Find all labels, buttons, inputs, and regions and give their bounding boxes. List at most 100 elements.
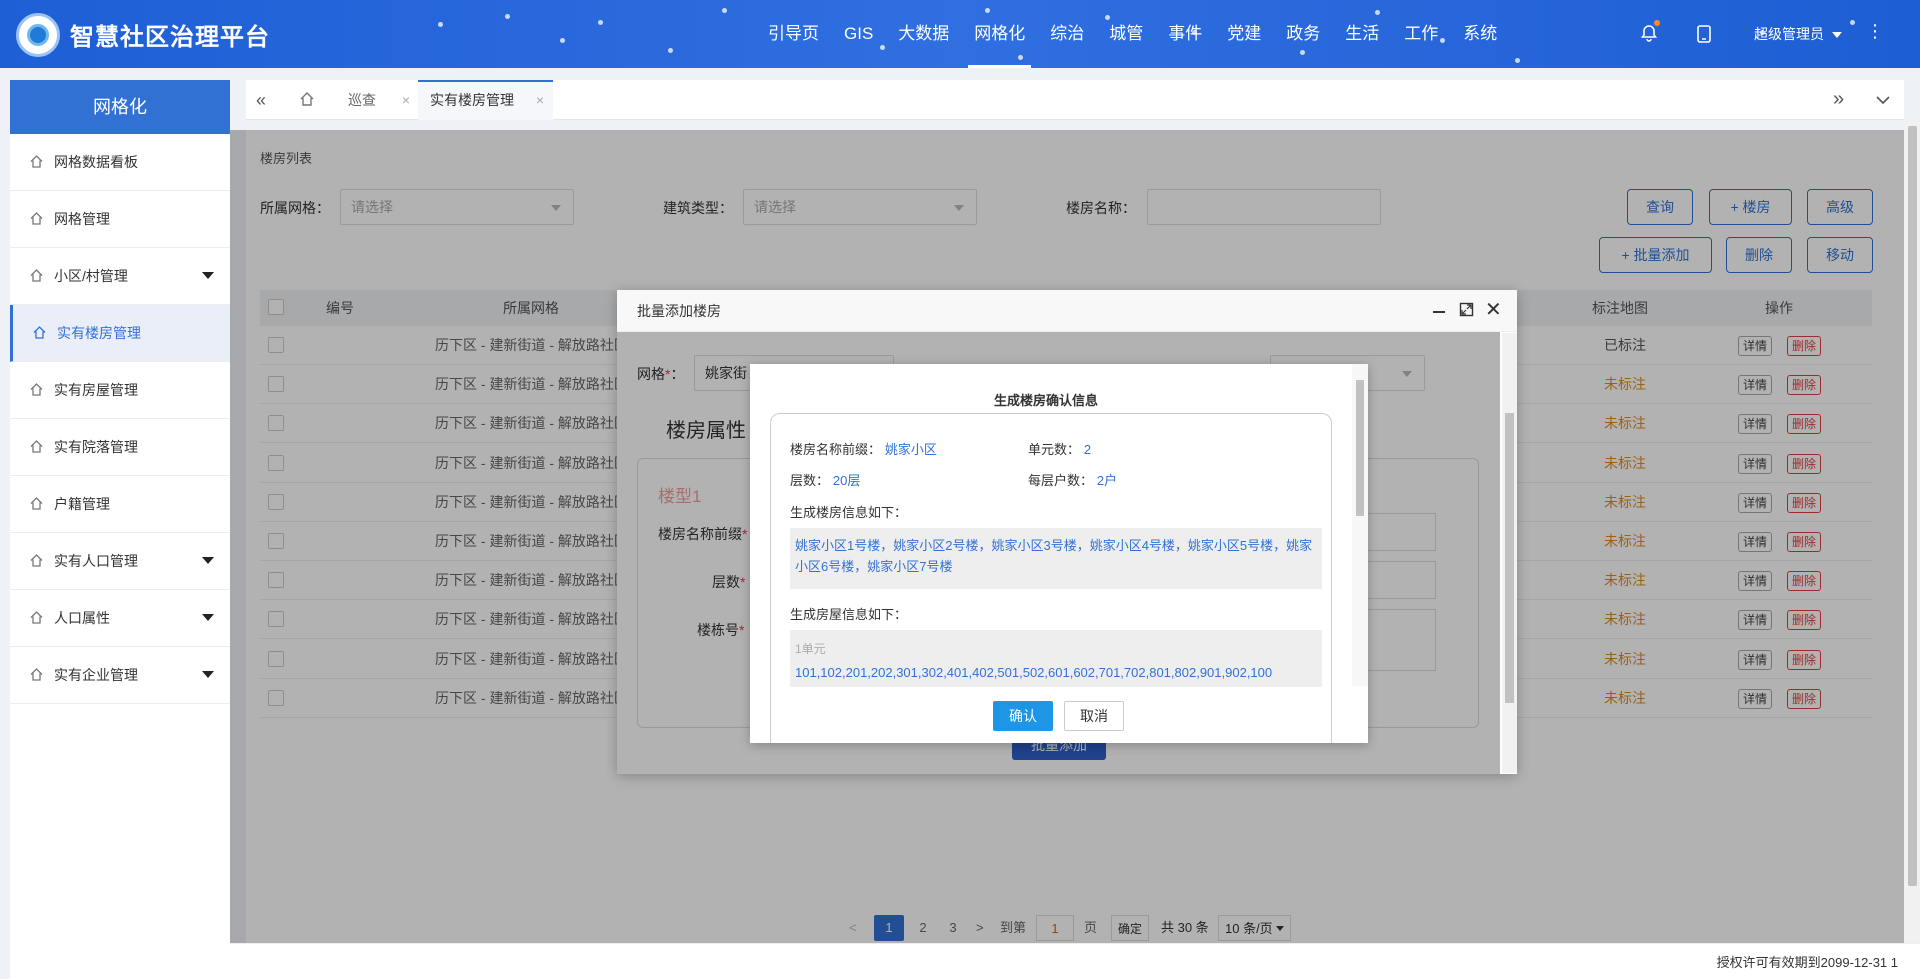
- scroll-right-icon[interactable]: »: [1833, 89, 1844, 109]
- per-floor-value: 2户: [1096, 473, 1118, 488]
- cancel-button[interactable]: 取消: [1064, 701, 1124, 731]
- floors-row: 层数： 20层: [790, 470, 860, 489]
- sidebar-item-label: 实有人口管理: [54, 553, 138, 569]
- home-icon: [30, 383, 44, 397]
- dialog-scrollbar[interactable]: [1502, 333, 1517, 773]
- chevron-down-icon: [1831, 32, 1842, 39]
- prefix-label: 楼房名称前缀：: [790, 442, 882, 457]
- sidebar-item-label: 网格管理: [54, 211, 110, 227]
- buildings-info-label: 生成楼房信息如下：: [790, 505, 908, 520]
- more-icon[interactable]: ⋮: [1866, 22, 1884, 40]
- home-icon: [30, 212, 44, 226]
- tab-label: 实有楼房管理: [430, 92, 514, 108]
- tabs-dropdown-icon[interactable]: [1876, 92, 1890, 108]
- nav-item-2[interactable]: 大数据: [898, 0, 949, 68]
- tab-label: 巡查: [348, 92, 376, 108]
- sidebar-item-label: 网格数据看板: [54, 154, 138, 170]
- rooms-unit-label: 1单元: [795, 642, 826, 656]
- nav-item-8[interactable]: 政务: [1286, 0, 1320, 68]
- sidebar-item-label: 实有院落管理: [54, 439, 138, 455]
- per-floor-row: 每层户数： 2户: [1028, 470, 1117, 489]
- confirm-scrollbar-thumb[interactable]: [1356, 380, 1364, 516]
- sidebar-item-label: 实有房屋管理: [54, 382, 138, 398]
- sidebar-item-3[interactable]: 实有楼房管理: [10, 305, 230, 362]
- close-icon[interactable]: ×: [536, 92, 544, 108]
- home-icon: [30, 497, 44, 511]
- dialog-title: 批量添加楼房: [617, 290, 1517, 332]
- nav-item-7[interactable]: 党建: [1227, 0, 1261, 68]
- nav-item-10[interactable]: 工作: [1404, 0, 1438, 68]
- dialog-scrollbar-thumb[interactable]: [1505, 413, 1514, 703]
- home-icon: [30, 668, 44, 682]
- sidebar-item-label: 实有楼房管理: [57, 325, 141, 341]
- home-icon: [30, 155, 44, 169]
- per-floor-label: 每层户数：: [1028, 473, 1094, 488]
- home-icon: [30, 269, 44, 283]
- nav-item-9[interactable]: 生活: [1345, 0, 1379, 68]
- close-icon[interactable]: ×: [402, 92, 410, 108]
- app-title: 智慧社区治理平台: [70, 24, 270, 51]
- units-value: 2: [1083, 442, 1092, 457]
- dialog-close-icon[interactable]: ✕: [1485, 300, 1502, 320]
- sidebar-item-5[interactable]: 实有院落管理: [10, 419, 230, 476]
- nav-item-0[interactable]: 引导页: [768, 0, 819, 68]
- prefix-value: 姚家小区: [884, 442, 937, 457]
- rooms-info-label: 生成房屋信息如下：: [790, 607, 908, 622]
- nav-item-5[interactable]: 城管: [1109, 0, 1143, 68]
- minimize-icon[interactable]: [1433, 305, 1445, 317]
- sidebar-item-label: 实有企业管理: [54, 667, 138, 683]
- caret-down-icon[interactable]: [202, 671, 214, 678]
- nav-item-1[interactable]: GIS: [844, 0, 873, 68]
- user-menu[interactable]: 超级管理员: [1754, 24, 1842, 44]
- license-text: 授权许可有效期到2099-12-31 1: [1716, 955, 1898, 970]
- sidebar-item-9[interactable]: 实有企业管理: [10, 647, 230, 704]
- scroll-left-icon[interactable]: «: [256, 91, 266, 109]
- tab-patrol[interactable]: 巡查 ×: [336, 80, 416, 120]
- floors-value: 20层: [832, 473, 861, 488]
- sidebar-item-0[interactable]: 网格数据看板: [10, 134, 230, 191]
- sidebar-item-6[interactable]: 户籍管理: [10, 476, 230, 533]
- rooms-info-text: 101,102,201,202,301,302,401,402,501,502,…: [795, 665, 1273, 680]
- home-icon: [30, 554, 44, 568]
- sidebar-item-label: 户籍管理: [54, 496, 110, 512]
- home-icon: [30, 611, 44, 625]
- caret-down-icon[interactable]: [202, 557, 214, 564]
- confirm-dialog-title: 生成楼房确认信息: [994, 393, 1099, 408]
- prefix-row: 楼房名称前缀： 姚家小区: [790, 439, 937, 458]
- sidebar-title: 网格化: [10, 80, 230, 134]
- page-scrollbar[interactable]: [1905, 120, 1920, 943]
- caret-down-icon[interactable]: [202, 272, 214, 279]
- notification-dot: [1654, 20, 1660, 26]
- sidebar-item-label: 人口属性: [54, 610, 110, 626]
- app-logo: [16, 13, 60, 57]
- user-name: 超级管理员: [1754, 26, 1824, 42]
- sidebar: 网格化 网格数据看板 网格管理小区/村管理 实有楼房管理 实有房屋管理 实有院落管理 户籍…: [10, 80, 230, 979]
- nav-item-11[interactable]: 系统: [1463, 0, 1497, 68]
- sidebar-item-8[interactable]: 人口属性: [10, 590, 230, 647]
- main-nav: 引导页 GIS 大数据 网格化 综治 城管 事件 党建 政务 生活 工作 系统: [768, 0, 1522, 68]
- bell-icon[interactable]: [1640, 20, 1660, 47]
- confirm-scrollbar[interactable]: [1352, 364, 1368, 686]
- nav-item-6[interactable]: 事件: [1168, 0, 1202, 68]
- sidebar-item-7[interactable]: 实有人口管理: [10, 533, 230, 590]
- sidebar-item-2[interactable]: 小区/村管理: [10, 248, 230, 305]
- home-icon: [30, 440, 44, 454]
- units-label: 单元数：: [1028, 442, 1081, 457]
- home-icon: [33, 326, 47, 340]
- buildings-info-text: 姚家小区1号楼，姚家小区2号楼，姚家小区3号楼，姚家小区4号楼，姚家小区5号楼，…: [790, 528, 1322, 589]
- tablet-icon[interactable]: [1697, 25, 1711, 48]
- sidebar-item-1[interactable]: 网格管理: [10, 191, 230, 248]
- sidebar-item-4[interactable]: 实有房屋管理: [10, 362, 230, 419]
- sidebar-item-label: 小区/村管理: [54, 268, 128, 284]
- confirm-button[interactable]: 确认: [993, 701, 1053, 731]
- footer: [230, 943, 1920, 979]
- units-row: 单元数： 2: [1028, 439, 1091, 458]
- home-icon[interactable]: [299, 91, 315, 110]
- tab-building-management[interactable]: 实有楼房管理 ×: [418, 80, 553, 120]
- maximize-icon[interactable]: [1459, 302, 1474, 320]
- scrollbar-thumb[interactable]: [1908, 126, 1917, 886]
- nav-item-4[interactable]: 综治: [1050, 0, 1084, 68]
- floors-label: 层数：: [790, 473, 830, 488]
- caret-down-icon[interactable]: [202, 614, 214, 621]
- nav-item-3[interactable]: 网格化: [968, 0, 1032, 68]
